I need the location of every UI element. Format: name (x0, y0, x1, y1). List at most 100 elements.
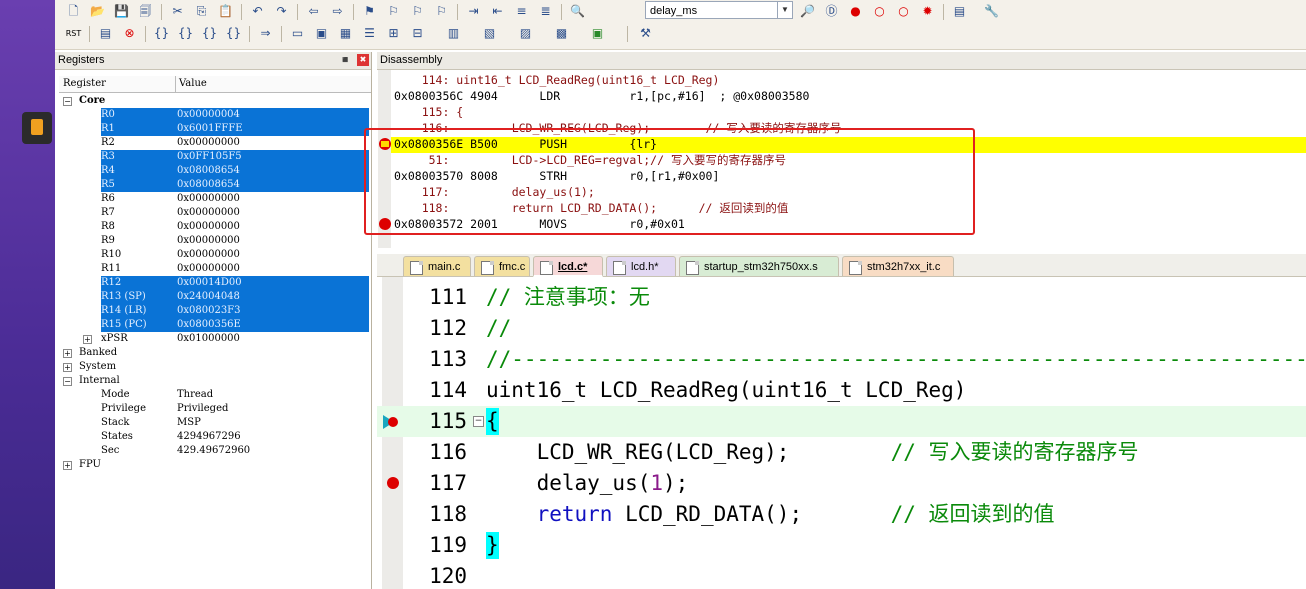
command-window-icon[interactable]: ▭ (289, 25, 306, 42)
chevron-down-icon[interactable]: ▼ (777, 2, 792, 18)
expand-icon[interactable]: + (63, 461, 72, 470)
register-value[interactable]: 0x00000004 (175, 108, 369, 122)
register-row[interactable]: R4 0x08008654 (59, 164, 371, 178)
expand-icon[interactable]: + (63, 349, 72, 358)
tab-stm32h7xx-it-c[interactable]: stm32h7xx_it.c (842, 256, 954, 276)
tab-lcd-c-[interactable]: lcd.c* (533, 256, 603, 277)
unindent-icon[interactable]: ⇤ (489, 3, 506, 20)
register-value[interactable]: 0x00000000 (175, 192, 369, 206)
code-line[interactable]: 117 delay_us(1); (377, 468, 1306, 499)
disassembly-window-icon[interactable]: ▣ (313, 25, 330, 42)
register-value[interactable]: 0x6001FFFE (175, 122, 369, 136)
watch-window-icon[interactable]: ⊟ (409, 25, 426, 42)
copy-icon[interactable]: ⎘ (193, 3, 210, 20)
open-folder-icon[interactable]: 📂 (89, 3, 106, 20)
disable-breakpoints-icon[interactable]: ○ (895, 3, 912, 20)
register-row[interactable]: − Internal (59, 374, 371, 388)
register-value[interactable]: 0x0FF105F5 (175, 150, 369, 164)
register-row[interactable]: R1 0x6001FFFE (59, 122, 371, 136)
register-value[interactable]: 0x00000000 (175, 262, 369, 276)
window-layout-icon[interactable]: ▤ (951, 3, 968, 20)
memory-window-icon[interactable]: ▥ (445, 25, 462, 42)
source-line[interactable]: 114: uint16_t LCD_ReadReg(uint16_t LCD_R… (394, 72, 720, 88)
comment-icon[interactable]: ≡ (513, 3, 530, 20)
register-row[interactable]: R9 0x00000000 (59, 234, 371, 248)
cut-icon[interactable]: ✂ (169, 3, 186, 20)
expand-icon[interactable]: + (63, 363, 72, 372)
register-row[interactable]: R2 0x00000000 (59, 136, 371, 150)
register-row[interactable]: R13 (SP) 0x24004048 (59, 290, 371, 304)
register-value[interactable]: 4294967296 (175, 430, 369, 444)
register-row[interactable]: R7 0x00000000 (59, 206, 371, 220)
insert-breakpoint-icon[interactable]: ● (847, 3, 864, 20)
nav-back-icon[interactable]: ⇦ (305, 3, 322, 20)
bookmark-prev-icon[interactable]: ⚐ (385, 3, 402, 20)
tab-main-c[interactable]: main.c (403, 256, 471, 276)
symbols-window-icon[interactable]: ▦ (337, 25, 354, 42)
debug-session-icon[interactable]: Ⓓ (823, 3, 840, 20)
save-icon[interactable]: 💾 (113, 3, 130, 20)
register-row[interactable]: R11 0x00000000 (59, 262, 371, 276)
code-line[interactable]: 116 LCD_WR_REG(LCD_Reg); // 写入要读的寄存器序号 (377, 437, 1306, 468)
register-row[interactable]: Privilege Privileged (59, 402, 371, 416)
register-row[interactable]: R8 0x00000000 (59, 220, 371, 234)
run-icon[interactable]: ▤ (97, 25, 114, 42)
analysis-window-icon[interactable]: ▨ (517, 25, 534, 42)
step-in-icon[interactable]: {} (153, 25, 170, 42)
call-stack-icon[interactable]: ⊞ (385, 25, 402, 42)
app-taskbar-icon[interactable] (22, 112, 52, 144)
register-row[interactable]: + System (59, 360, 371, 374)
register-row[interactable]: R5 0x08008654 (59, 178, 371, 192)
code-line[interactable]: 114 uint16_t LCD_ReadReg(uint16_t LCD_Reg… (377, 375, 1306, 406)
register-row[interactable]: Mode Thread (59, 388, 371, 402)
register-value[interactable]: 429.49672960 (175, 444, 369, 458)
close-icon[interactable]: ✖ (357, 54, 369, 66)
register-value[interactable]: 0x08008654 (175, 178, 369, 192)
tab-startup-stm32h750xx-s[interactable]: startup_stm32h750xx.s (679, 256, 839, 276)
register-row[interactable]: R6 0x00000000 (59, 192, 371, 206)
collapse-icon[interactable]: − (63, 377, 72, 386)
register-value[interactable]: Privileged (175, 402, 369, 416)
register-value[interactable]: 0x01000000 (175, 332, 369, 346)
col-register[interactable]: Register (63, 76, 176, 92)
register-row[interactable]: R3 0x0FF105F5 (59, 150, 371, 164)
register-value[interactable]: 0x24004048 (175, 290, 369, 304)
enable-breakpoint-icon[interactable]: ○ (871, 3, 888, 20)
kill-breakpoints-icon[interactable]: ✹ (919, 3, 936, 20)
redo-icon[interactable]: ↷ (273, 3, 290, 20)
tab-lcd-h-[interactable]: lcd.h* (606, 256, 676, 276)
reset-icon[interactable]: RST (65, 25, 82, 42)
register-row[interactable]: R10 0x00000000 (59, 248, 371, 262)
register-value[interactable]: 0x00000000 (175, 136, 369, 150)
asm-line[interactable]: 0x0800356C 4904 LDR r1,[pc,#16] ; @0x080… (394, 88, 809, 104)
serial-window-icon[interactable]: ▧ (481, 25, 498, 42)
register-value[interactable]: 0x00000000 (175, 206, 369, 220)
code-line[interactable]: 112 // (377, 313, 1306, 344)
register-value[interactable]: 0x0800356E (175, 318, 369, 332)
tab-fmc-c[interactable]: fmc.c (474, 256, 530, 276)
trace-window-icon[interactable]: ▩ (553, 25, 570, 42)
find-in-files-icon[interactable]: 🔍 (569, 3, 586, 20)
code-line[interactable]: 120 (377, 561, 1306, 589)
collapse-icon[interactable]: − (63, 97, 72, 106)
code-editor[interactable]: 111 // 注意事项：无 112 // 113 //------------------… (377, 277, 1306, 589)
uncomment-icon[interactable]: ≣ (537, 3, 554, 20)
register-value[interactable]: 0x00000000 (175, 248, 369, 262)
breakpoint-icon[interactable] (387, 477, 399, 489)
register-row[interactable]: + xPSR 0x01000000 (59, 332, 371, 346)
settings-wrench-icon[interactable]: 🔧 (983, 3, 1000, 20)
register-value[interactable]: 0x00014D00 (175, 276, 369, 290)
register-row[interactable]: Stack MSP (59, 416, 371, 430)
paste-icon[interactable]: 📋 (217, 3, 234, 20)
code-line[interactable]: 118 return LCD_RD_DATA(); // 返回读到的值 (377, 499, 1306, 530)
register-value[interactable]: MSP (175, 416, 369, 430)
register-row[interactable]: R14 (LR) 0x080023F3 (59, 304, 371, 318)
pin-icon[interactable]: ◾ (339, 52, 351, 69)
run-to-cursor-icon[interactable]: {} (225, 25, 242, 42)
step-out-icon[interactable]: {} (201, 25, 218, 42)
register-row[interactable]: + FPU (59, 458, 371, 472)
save-all-icon[interactable]: 🗐 (137, 3, 154, 20)
nav-forward-icon[interactable]: ⇨ (329, 3, 346, 20)
register-row[interactable]: Sec 429.49672960 (59, 444, 371, 458)
register-row[interactable]: R12 0x00014D00 (59, 276, 371, 290)
